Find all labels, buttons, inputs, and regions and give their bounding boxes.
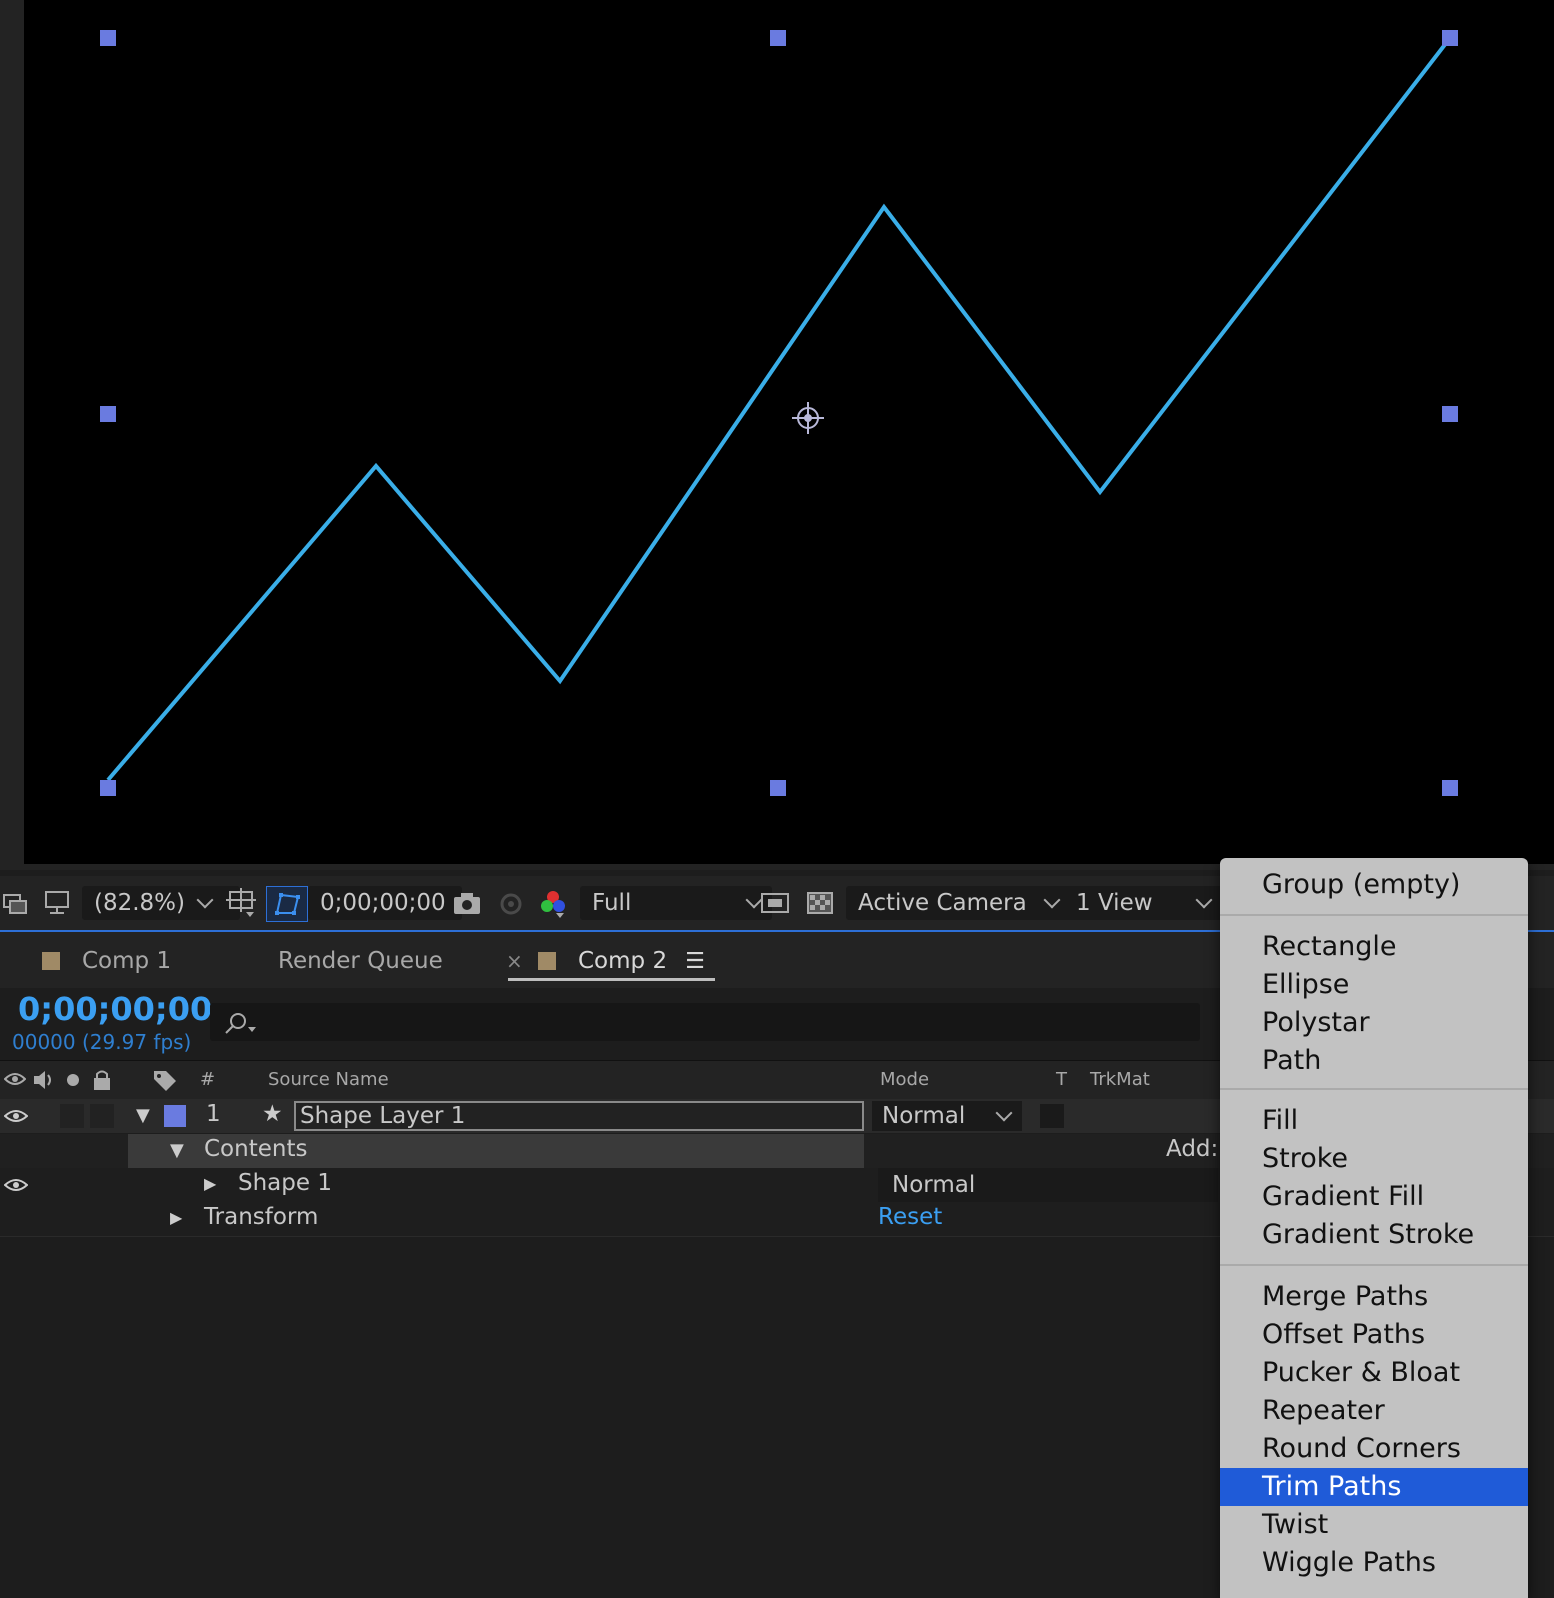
current-time-display[interactable]: 0;00;00;00 [308, 886, 462, 920]
menu-item-offset-paths[interactable]: Offset Paths [1220, 1316, 1528, 1354]
chevron-down-icon [1043, 891, 1061, 909]
handle-bottom-left [100, 780, 116, 796]
menu-item-twist[interactable]: Twist [1220, 1506, 1528, 1544]
anchor-point-icon[interactable] [792, 402, 824, 434]
menu-separator [1220, 1088, 1528, 1090]
tab-comp-1[interactable]: Comp 1 [42, 944, 171, 978]
add-menu-button[interactable]: Add: [1166, 1136, 1218, 1162]
eye-icon[interactable] [3, 1175, 29, 1201]
region-of-interest-icon[interactable] [760, 886, 790, 920]
timeline-current-time[interactable]: 0;00;00;00 [18, 990, 212, 1028]
canvas [100, 30, 1458, 796]
menu-item-stroke[interactable]: Stroke [1220, 1140, 1528, 1178]
visibility-column-eye-icon[interactable] [3, 1069, 27, 1094]
handle-top-right [1442, 30, 1458, 46]
layer-label-color[interactable] [164, 1105, 186, 1127]
column-number: # [200, 1069, 216, 1090]
collapse-triangle-icon[interactable]: ▶ [170, 1208, 182, 1227]
composition-swatch-icon [42, 952, 60, 970]
always-preview-icon[interactable] [2, 886, 30, 920]
zoom-value: (82.8%) [94, 890, 186, 916]
snapshot-camera-icon[interactable] [452, 886, 482, 920]
menu-item-fill[interactable]: Fill [1220, 1102, 1528, 1140]
audio-speaker-icon[interactable] [32, 1069, 56, 1096]
search-icon [225, 1013, 256, 1034]
transparency-grid-icon[interactable] [806, 886, 834, 920]
menu-item-wiggle-paths[interactable]: Wiggle Paths [1220, 1544, 1528, 1582]
monitor-icon[interactable] [44, 886, 72, 920]
resolution-dropdown[interactable]: Full [580, 886, 772, 920]
lock-switch[interactable] [90, 1104, 114, 1128]
column-trkmat[interactable]: TrkMat [1090, 1069, 1150, 1090]
menu-separator [1220, 1264, 1528, 1266]
expand-triangle-icon[interactable]: ▼ [136, 1105, 150, 1126]
chevron-down-icon [196, 891, 214, 909]
composition-viewer[interactable] [24, 0, 1554, 864]
contents-label: Contents [204, 1136, 308, 1162]
menu-item-gradient-stroke[interactable]: Gradient Stroke [1220, 1216, 1528, 1254]
layer-index: 1 [206, 1101, 221, 1127]
shape-label[interactable]: Shape 1 [238, 1170, 332, 1196]
menu-item-gradient-fill[interactable]: Gradient Fill [1220, 1178, 1528, 1216]
menu-item-pucker-bloat[interactable]: Pucker & Bloat [1220, 1354, 1528, 1392]
menu-item-path[interactable]: Path [1220, 1042, 1528, 1080]
menu-separator [1220, 914, 1528, 916]
collapse-triangle-icon[interactable]: ▶ [204, 1174, 216, 1193]
menu-item-round-corners[interactable]: Round Corners [1220, 1430, 1528, 1468]
reset-link[interactable]: Reset [878, 1204, 942, 1230]
lock-icon[interactable] [92, 1069, 112, 1096]
expand-triangle-icon[interactable]: ▼ [170, 1140, 184, 1161]
handle-top-center [770, 30, 786, 46]
menu-item-repeater[interactable]: Repeater [1220, 1392, 1528, 1430]
add-shape-menu: Group (empty) Rectangle Ellipse Polystar… [1220, 858, 1528, 1598]
handle-bottom-center [770, 780, 786, 796]
composition-swatch-icon [538, 952, 556, 970]
tab-comp-2[interactable]: Comp 2 ☰ [508, 944, 715, 981]
frame-count: 00000 (29.97 fps) [12, 1030, 192, 1054]
show-snapshot-icon[interactable] [496, 886, 526, 920]
preserve-transparency-switch[interactable] [1040, 1104, 1064, 1128]
column-source-name[interactable]: Source Name [268, 1069, 389, 1090]
menu-item-polystar[interactable]: Polystar [1220, 1004, 1528, 1042]
grid-guides-icon[interactable] [226, 886, 258, 920]
composition-panel [0, 0, 1554, 870]
chevron-down-icon [1195, 891, 1213, 909]
shape-blend-mode[interactable]: Normal [878, 1168, 1218, 1202]
menu-item-trim-paths[interactable]: Trim Paths [1220, 1468, 1528, 1506]
mask-path-icon [275, 893, 300, 915]
column-mode[interactable]: Mode [880, 1069, 929, 1090]
transform-label: Transform [204, 1204, 319, 1230]
menu-item-rectangle[interactable]: Rectangle [1220, 928, 1528, 966]
chevron-down-icon [995, 1104, 1013, 1122]
handle-middle-left [100, 406, 116, 422]
handle-bottom-right [1442, 780, 1458, 796]
mask-visibility-toggle[interactable] [266, 886, 308, 922]
solo-dot-icon[interactable] [64, 1069, 82, 1094]
solo-switch[interactable] [60, 1104, 84, 1128]
menu-item-merge-paths[interactable]: Merge Paths [1220, 1278, 1528, 1316]
search-input[interactable] [210, 1003, 1200, 1041]
shape-path[interactable] [106, 36, 1452, 782]
label-tag-icon[interactable] [152, 1069, 178, 1098]
column-t: T [1056, 1069, 1067, 1090]
layer-name-field[interactable]: Shape Layer 1 [294, 1101, 864, 1131]
camera-view-dropdown[interactable]: Active Camera [846, 886, 1070, 920]
panel-menu-icon[interactable]: ☰ [685, 949, 705, 974]
channel-rgb-icon[interactable] [538, 886, 568, 920]
menu-item-ellipse[interactable]: Ellipse [1220, 966, 1528, 1004]
shape-star-icon: ★ [262, 1101, 283, 1127]
menu-item-group-empty[interactable]: Group (empty) [1220, 866, 1528, 904]
view-layout-dropdown[interactable]: 1 View [1064, 886, 1222, 920]
handle-middle-right [1442, 406, 1458, 422]
eye-icon[interactable] [3, 1106, 29, 1132]
handle-top-left [100, 30, 116, 46]
blend-mode-dropdown[interactable]: Normal [872, 1101, 1022, 1131]
magnification-dropdown[interactable]: (82.8%) [82, 886, 240, 920]
bounding-box-handles[interactable] [100, 30, 1458, 796]
tab-render-queue[interactable]: Render Queue [278, 944, 443, 978]
